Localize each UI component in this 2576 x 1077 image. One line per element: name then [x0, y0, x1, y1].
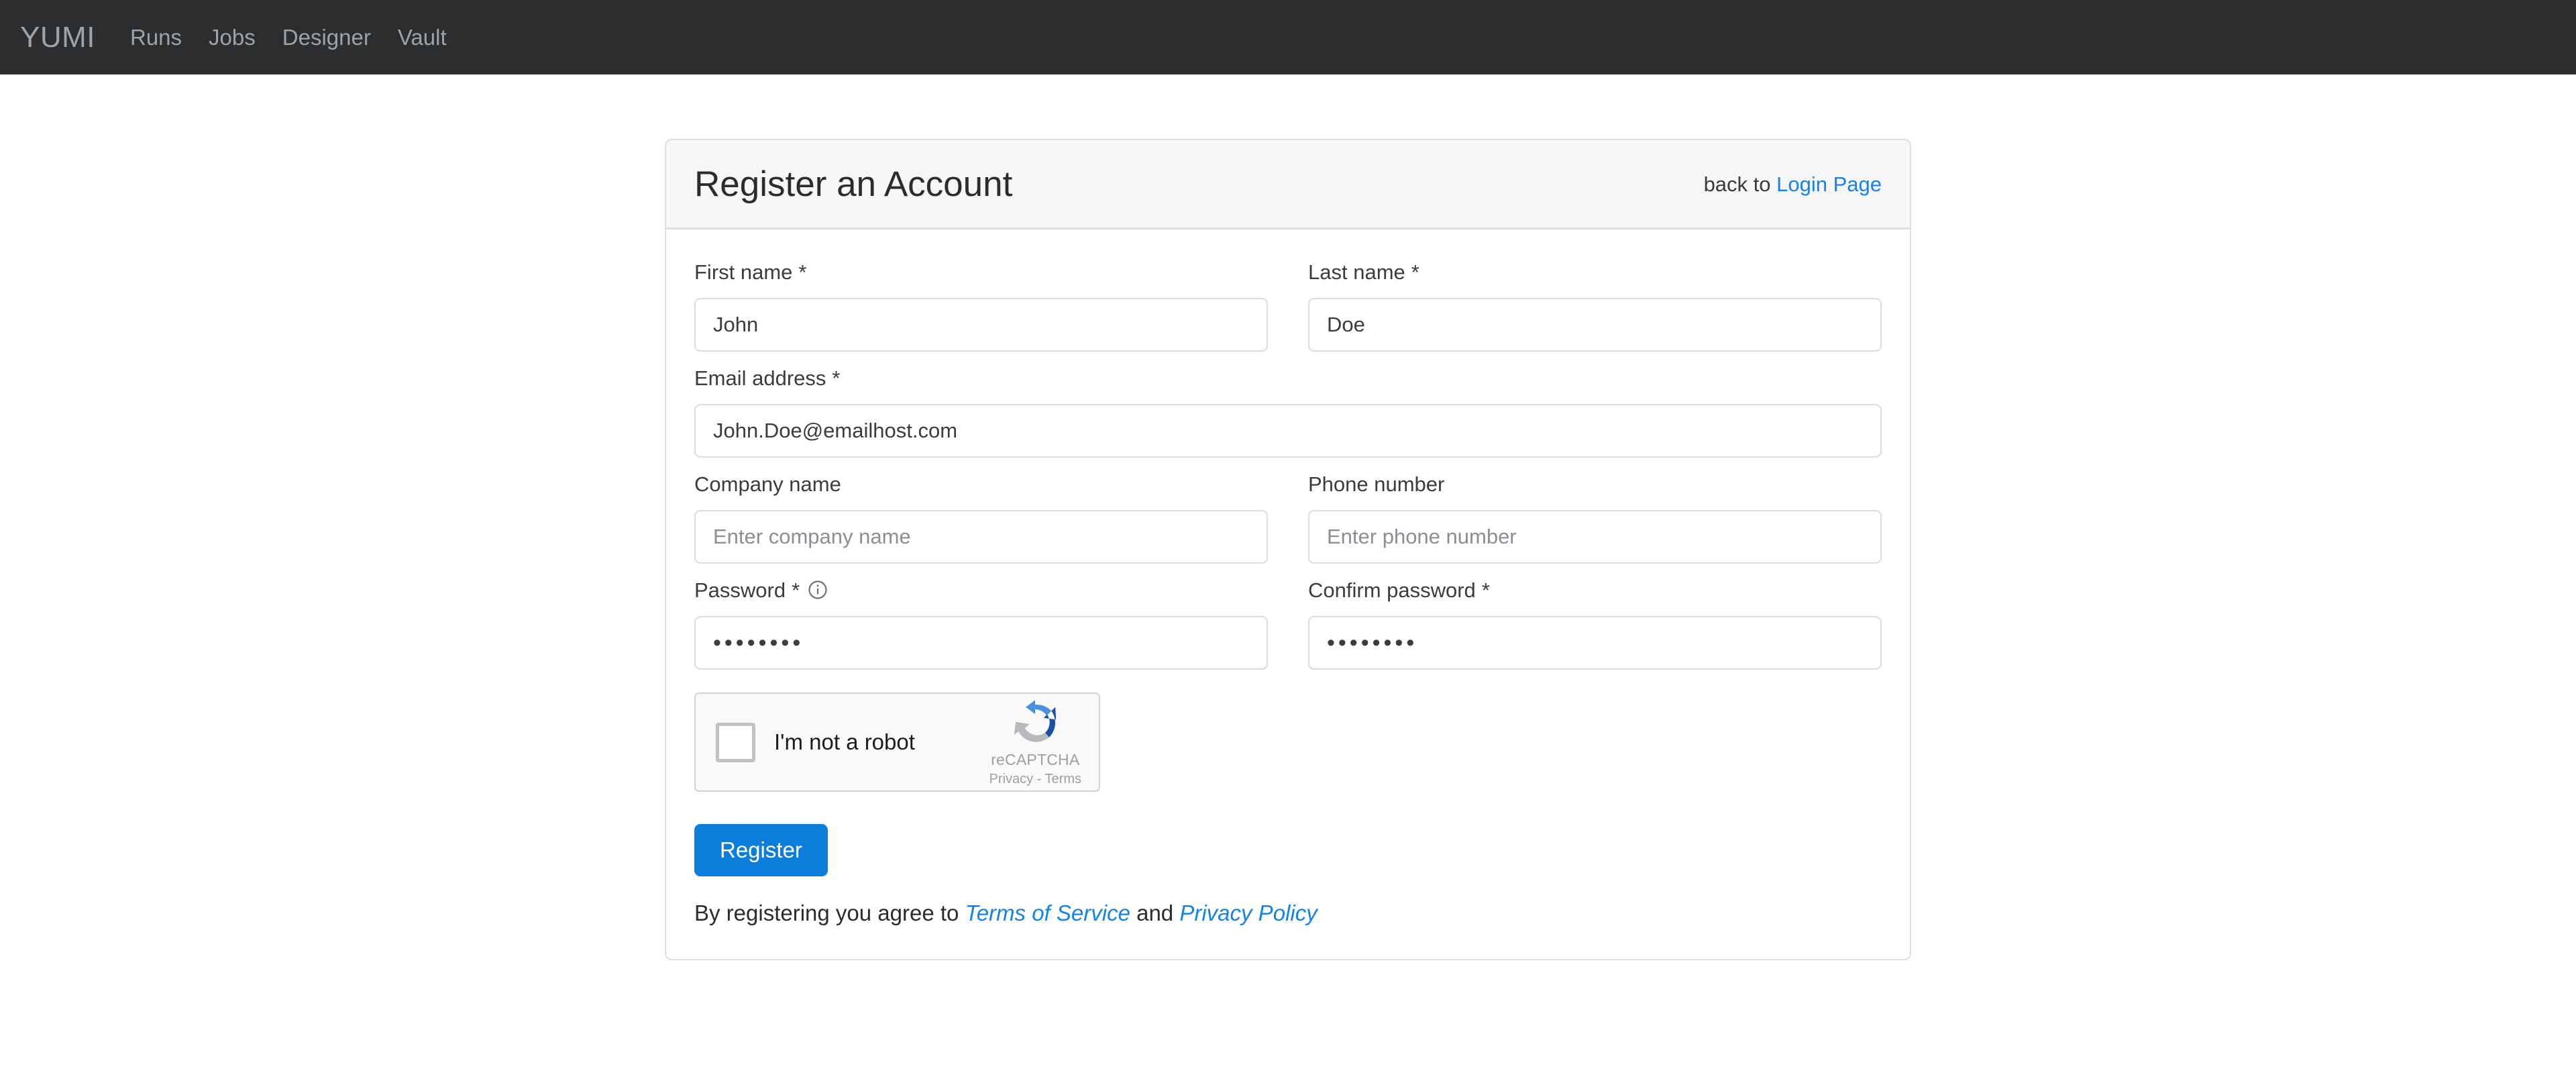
top-navbar: YUMI Runs Jobs Designer Vault: [0, 0, 2576, 74]
field-last-name: Last name *: [1308, 260, 1882, 352]
password-input[interactable]: [694, 616, 1268, 670]
field-first-name: First name *: [694, 260, 1268, 352]
nav-item-jobs[interactable]: Jobs: [209, 26, 256, 48]
agreement-prefix: By registering you agree to: [694, 900, 965, 925]
form-row-email: Email address *: [694, 366, 1882, 458]
company-label: Company name: [694, 472, 1268, 495]
phone-label: Phone number: [1308, 472, 1882, 495]
card-body: First name * Last name * Ema: [666, 229, 1910, 959]
nav-item-designer[interactable]: Designer: [282, 26, 371, 48]
last-name-label-text: Last name: [1308, 260, 1405, 284]
form-row-company-phone: Company name Phone number: [694, 472, 1882, 564]
recaptcha-terms[interactable]: Privacy - Terms: [989, 772, 1081, 786]
first-name-input[interactable]: [694, 298, 1268, 352]
phone-input[interactable]: [1308, 510, 1882, 564]
last-name-required-marker: *: [1411, 260, 1419, 284]
recaptcha-logo-icon: [1014, 700, 1057, 742]
recaptcha-checkbox[interactable]: [716, 722, 755, 762]
email-input[interactable]: [694, 404, 1882, 458]
password-label-text: Password: [694, 578, 786, 602]
terms-of-service-link[interactable]: Terms of Service: [965, 901, 1130, 925]
recaptcha-brand-name: reCAPTCHA: [991, 751, 1080, 768]
login-page-link[interactable]: Login Page: [1776, 172, 1882, 196]
info-circle-icon[interactable]: [808, 580, 828, 600]
nav-item-vault[interactable]: Vault: [398, 26, 447, 48]
last-name-input[interactable]: [1308, 298, 1882, 352]
email-label: Email address *: [694, 366, 1882, 389]
recaptcha-widget[interactable]: I'm not a robot reCAPTCHA Privacy - Term…: [694, 693, 1100, 792]
nav-links: Runs Jobs Designer Vault: [130, 26, 447, 48]
email-label-text: Email address: [694, 366, 826, 390]
field-company: Company name: [694, 472, 1268, 564]
company-label-text: Company name: [694, 472, 841, 496]
field-phone: Phone number: [1308, 472, 1882, 564]
password-label: Password *: [694, 578, 1268, 601]
recaptcha-branding: reCAPTCHA Privacy - Terms: [989, 699, 1081, 786]
form-row-names: First name * Last name *: [694, 260, 1882, 352]
last-name-label: Last name *: [1308, 260, 1882, 283]
brand-logo[interactable]: YUMI: [20, 22, 95, 52]
first-name-label: First name *: [694, 260, 1268, 283]
form-row-passwords: Password * Confirm: [694, 578, 1882, 670]
confirm-password-label-text: Confirm password: [1308, 578, 1476, 602]
page-title: Register an Account: [694, 164, 1013, 204]
confirm-password-required-marker: *: [1481, 578, 1490, 602]
back-to-prefix: back to: [1703, 172, 1777, 196]
recaptcha-label: I'm not a robot: [774, 729, 915, 754]
register-card: Register an Account back to Login Page F…: [665, 139, 1911, 960]
field-email: Email address *: [694, 366, 1882, 458]
card-header: Register an Account back to Login Page: [666, 140, 1910, 229]
agreement-text: By registering you agree to Terms of Ser…: [694, 902, 1882, 924]
first-name-label-text: First name: [694, 260, 793, 284]
agreement-middle: and: [1130, 900, 1180, 925]
privacy-policy-link[interactable]: Privacy Policy: [1179, 901, 1317, 925]
field-password: Password *: [694, 578, 1268, 670]
phone-label-text: Phone number: [1308, 472, 1445, 496]
company-input[interactable]: [694, 510, 1268, 564]
register-button[interactable]: Register: [694, 824, 828, 876]
register-button-wrap: Register: [694, 792, 1882, 876]
back-to-login: back to Login Page: [1704, 174, 1882, 195]
field-confirm-password: Confirm password *: [1308, 578, 1882, 670]
confirm-password-input[interactable]: [1308, 616, 1882, 670]
confirm-password-label: Confirm password *: [1308, 578, 1882, 601]
password-required-marker: *: [792, 578, 800, 602]
page-container: Register an Account back to Login Page F…: [0, 74, 2576, 960]
first-name-required-marker: *: [798, 260, 807, 284]
nav-item-runs[interactable]: Runs: [130, 26, 182, 48]
email-required-marker: *: [832, 366, 841, 390]
